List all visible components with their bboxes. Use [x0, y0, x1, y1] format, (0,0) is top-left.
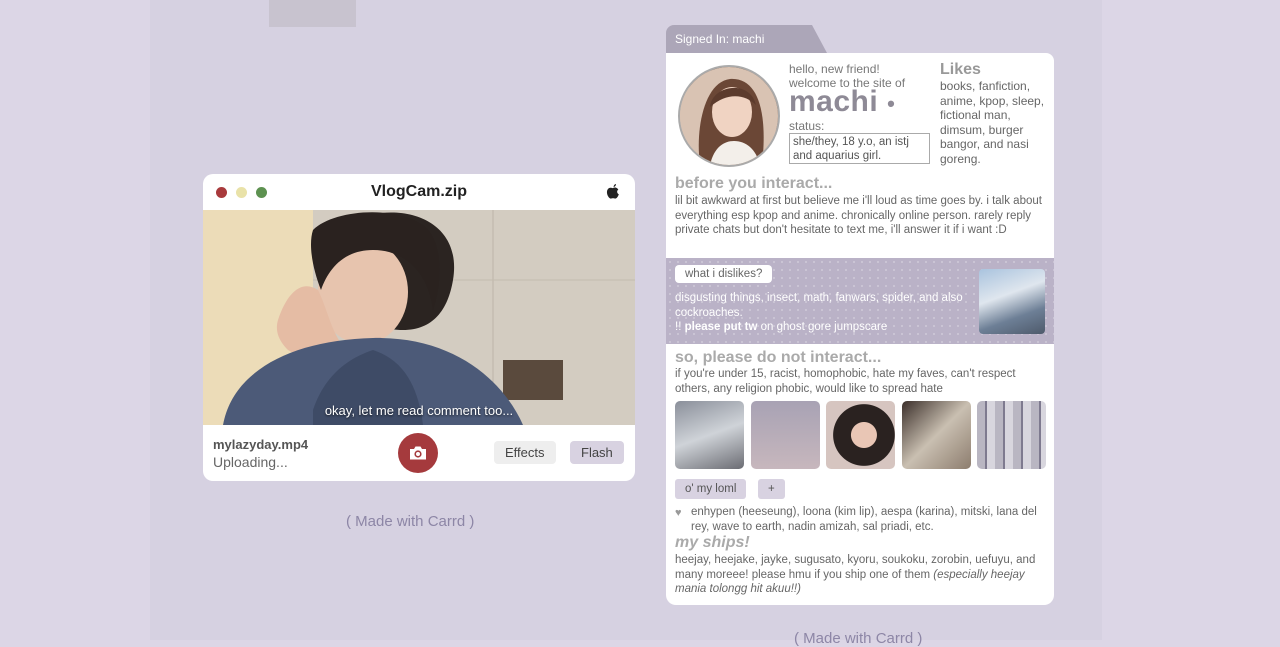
camera-preview: okay, let me read comment too... — [203, 210, 635, 425]
flash-button[interactable]: Flash — [570, 441, 624, 464]
capture-button[interactable] — [398, 433, 438, 473]
avatar-image — [680, 67, 778, 165]
favorites-text: enhypen (heeseung), loona (kim lip), aes… — [691, 506, 1037, 533]
note-prefix: !! — [675, 321, 685, 333]
preview-image — [203, 210, 635, 425]
gallery-image-3[interactable] — [826, 401, 895, 469]
bullet-icon: • — [887, 91, 896, 116]
ships-text: heejay, heejake, jayke, sugusato, kyoru,… — [675, 553, 1047, 597]
gallery-image-1[interactable] — [675, 401, 744, 469]
profile-name: machi • — [789, 85, 895, 119]
minimize-dot[interactable] — [236, 187, 247, 198]
top-tab — [269, 0, 356, 27]
profile-name-text: machi — [789, 85, 879, 118]
status-label: status: — [789, 119, 825, 133]
avatar — [678, 65, 780, 167]
made-with-carrd-left[interactable]: ( Made with Carrd ) — [346, 513, 474, 530]
greeting-line-1: hello, new friend! — [789, 62, 880, 76]
file-name: mylazyday.mp4 — [213, 437, 309, 452]
dislikes-image — [979, 269, 1045, 334]
dni-text: if you're under 15, racist, homophobic, … — [675, 368, 1016, 395]
tab-plus[interactable]: + — [758, 479, 785, 499]
video-caption: okay, let me read comment too... — [324, 403, 514, 418]
status-box: she/they, 18 y.o, an istj and aquarius g… — [789, 133, 930, 164]
before-heading: before you interact... — [675, 175, 833, 192]
profile-card: hello, new friend! welcome to the site o… — [666, 53, 1054, 605]
likes-heading: Likes — [940, 61, 981, 78]
dislikes-tab[interactable]: what i dislikes? — [675, 265, 773, 283]
dni-heading: so, please do not interact... — [675, 349, 882, 366]
tab-loml[interactable]: o' my loml — [675, 479, 747, 499]
gallery-image-5[interactable] — [977, 401, 1046, 469]
dislikes-note: !! please put tw on ghost gore jumpscare — [675, 320, 975, 335]
dislikes-text: disgusting things, insect, math, fanwars… — [675, 291, 975, 335]
gallery-image-4[interactable] — [902, 401, 971, 469]
made-with-carrd-right[interactable]: ( Made with Carrd ) — [794, 630, 922, 647]
note-bold: please put tw — [684, 321, 758, 333]
vlogcam-footer: mylazyday.mp4 Uploading... Effects Flash — [203, 425, 635, 481]
note-rest: on ghost gore jumpscare — [757, 321, 888, 333]
upload-status: Uploading... — [213, 454, 288, 470]
dislikes-list: disgusting things, insect, math, fanwars… — [675, 292, 963, 319]
vlogcam-title: VlogCam.zip — [370, 183, 467, 200]
likes-text: books, fanfiction, anime, kpop, sleep, f… — [940, 79, 1045, 166]
gallery-image-2[interactable] — [751, 401, 820, 469]
apple-icon — [606, 184, 619, 199]
effects-button[interactable]: Effects — [494, 441, 556, 464]
vlogcam-window: VlogCam.zip okay, let me read comment to… — [203, 174, 635, 481]
camera-icon — [410, 446, 426, 460]
dislikes-section: what i dislikes? disgusting things, inse… — [666, 258, 1054, 344]
vlogcam-titlebar: VlogCam.zip — [203, 174, 635, 210]
before-text: lil bit awkward at first but believe me … — [675, 195, 1042, 236]
ships-heading: my ships! — [675, 534, 750, 551]
heart-icon: ♥ — [675, 507, 682, 519]
close-dot[interactable] — [216, 187, 227, 198]
maximize-dot[interactable] — [256, 187, 267, 198]
signed-in-tab: Signed In: machi — [666, 25, 827, 53]
